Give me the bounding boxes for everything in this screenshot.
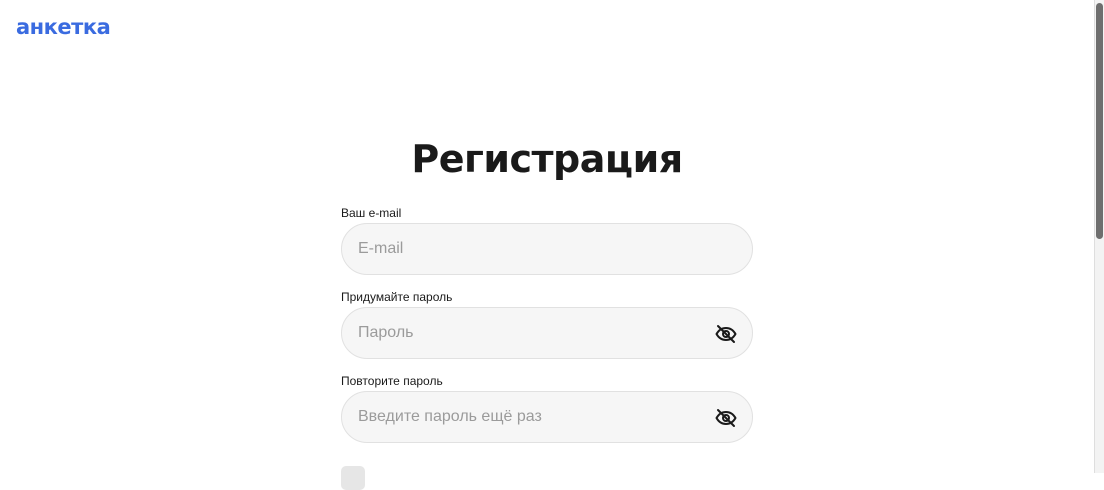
email-label: Ваш e-mail [341, 206, 402, 220]
password-label: Придумайте пароль [341, 290, 453, 304]
agreement-checkbox[interactable] [341, 466, 365, 490]
registration-form: Ваш e-mail Придумайте пароль Повторите п… [341, 205, 753, 457]
scrollbar-thumb[interactable] [1096, 3, 1103, 239]
password-confirm-field-container [341, 391, 753, 443]
password-confirm-field[interactable] [342, 392, 698, 442]
password-field-container [341, 307, 753, 359]
password-confirm-label: Повторите пароль [341, 374, 443, 388]
password-field[interactable] [342, 308, 698, 358]
eye-off-icon[interactable] [714, 406, 738, 430]
page-title: Регистрация [411, 137, 683, 181]
logo[interactable]: анкетка [16, 13, 111, 41]
eye-off-icon[interactable] [714, 322, 738, 346]
email-field[interactable] [342, 224, 698, 274]
email-field-container [341, 223, 753, 275]
scrollbar[interactable] [1094, 0, 1104, 473]
